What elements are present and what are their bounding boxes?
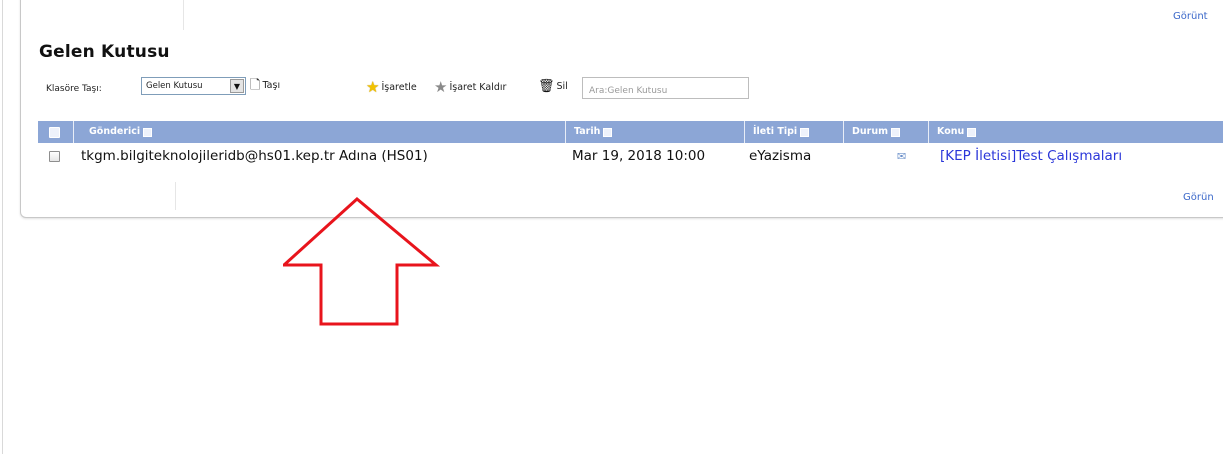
message-table: Gönderici Tarih İleti Tipi Durum Konu tk… [38, 121, 1223, 170]
search-box [582, 77, 749, 101]
trash-icon: 🗑 [538, 79, 555, 94]
column-separator [928, 121, 929, 143]
unmark-button-label: İşaret Kaldır [449, 82, 507, 93]
column-header-type[interactable]: İleti Tipi [747, 121, 810, 143]
sort-icon[interactable] [891, 127, 900, 137]
column-separator [73, 121, 74, 143]
table-row[interactable]: tkgm.bilgiteknolojileridb@hs01.kep.tr Ad… [38, 143, 1223, 170]
bottom-separator [175, 182, 176, 210]
column-header-sender[interactable]: Gönderici [83, 121, 153, 143]
column-header-status[interactable]: Durum [846, 121, 900, 143]
sort-icon[interactable] [800, 127, 810, 137]
type-cell[interactable]: eYazisma [743, 143, 811, 170]
folder-select-value: Gelen Kutusu [146, 81, 203, 91]
column-header-subject-label: Konu [937, 126, 965, 137]
column-header-type-label: İleti Tipi [753, 126, 798, 137]
move-to-folder-label: Klasöre Taşı: [46, 84, 102, 94]
view-link-top[interactable]: Görünt [1173, 11, 1208, 22]
column-header-status-label: Durum [852, 126, 888, 137]
date-cell[interactable]: Mar 19, 2018 10:00 [566, 143, 705, 170]
envelope-icon: ✉ [897, 150, 907, 163]
move-document-icon: 🗋 [250, 78, 261, 93]
row-checkbox-cell [49, 143, 60, 170]
chevron-down-icon[interactable]: ▼ [230, 79, 244, 93]
folder-select[interactable]: Gelen Kutusu ▼ [141, 77, 246, 95]
left-edge-line [2, 0, 3, 454]
move-button-label: Taşı [262, 80, 281, 91]
select-all-checkbox[interactable] [49, 126, 60, 138]
row-checkbox[interactable] [49, 150, 60, 162]
search-input[interactable] [583, 81, 748, 101]
column-separator [843, 121, 844, 143]
unmark-button[interactable]: ★ İşaret Kaldır [434, 80, 506, 95]
sender-cell[interactable]: tkgm.bilgiteknolojileridb@hs01.kep.tr Ad… [75, 143, 428, 170]
sort-icon[interactable] [143, 127, 153, 137]
star-grey-icon: ★ [434, 78, 448, 96]
page-title: Gelen Kutusu [39, 42, 170, 62]
move-button[interactable]: 🗋 Taşı [250, 79, 280, 92]
column-separator [565, 121, 566, 143]
status-cell: ✉ [891, 143, 906, 170]
subject-link[interactable]: [KEP İletisi]Test Çalışmaları [934, 143, 1122, 170]
table-header: Gönderici Tarih İleti Tipi Durum Konu [38, 121, 1223, 143]
annotation-up-arrow-icon [283, 197, 441, 326]
sort-icon[interactable] [967, 127, 977, 137]
column-header-date[interactable]: Tarih [568, 121, 613, 143]
column-header-subject[interactable]: Konu [931, 121, 977, 143]
mark-button-label: İşaretle [381, 82, 417, 93]
annotation-arrow-shape [283, 197, 441, 326]
view-link-bottom[interactable]: Görün [1183, 192, 1214, 203]
top-separator [183, 0, 184, 30]
column-header-sender-label: Gönderici [89, 126, 141, 137]
delete-button[interactable]: 🗑 Sil [538, 80, 568, 93]
mark-button[interactable]: ★ İşaretle [366, 80, 417, 95]
column-header-date-label: Tarih [574, 126, 601, 137]
sort-icon[interactable] [603, 127, 613, 137]
inbox-panel [20, 0, 1223, 218]
star-icon: ★ [366, 78, 380, 96]
toolbar: Klasöre Taşı: Gelen Kutusu ▼ 🗋 Taşı ★ İş… [0, 76, 1223, 101]
select-all-cell [49, 121, 60, 143]
column-separator [744, 121, 745, 143]
delete-button-label: Sil [556, 81, 568, 92]
